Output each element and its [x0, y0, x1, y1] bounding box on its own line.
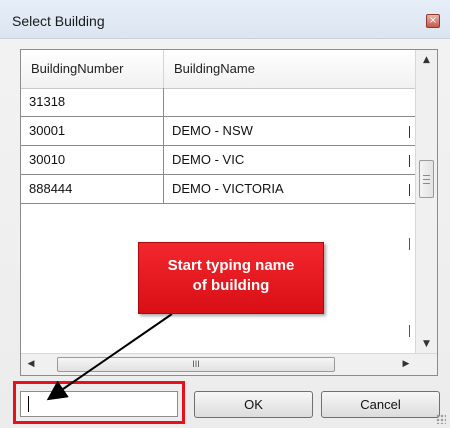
- callout-line-1: Start typing name: [167, 257, 295, 274]
- callout-line-2: of building: [192, 277, 270, 294]
- callout-arrow-icon: [46, 313, 173, 401]
- select-building-dialog: Select Building × BuildingNumber Buildin…: [0, 0, 450, 428]
- instruction-callout: Start typing name of building: [138, 242, 324, 314]
